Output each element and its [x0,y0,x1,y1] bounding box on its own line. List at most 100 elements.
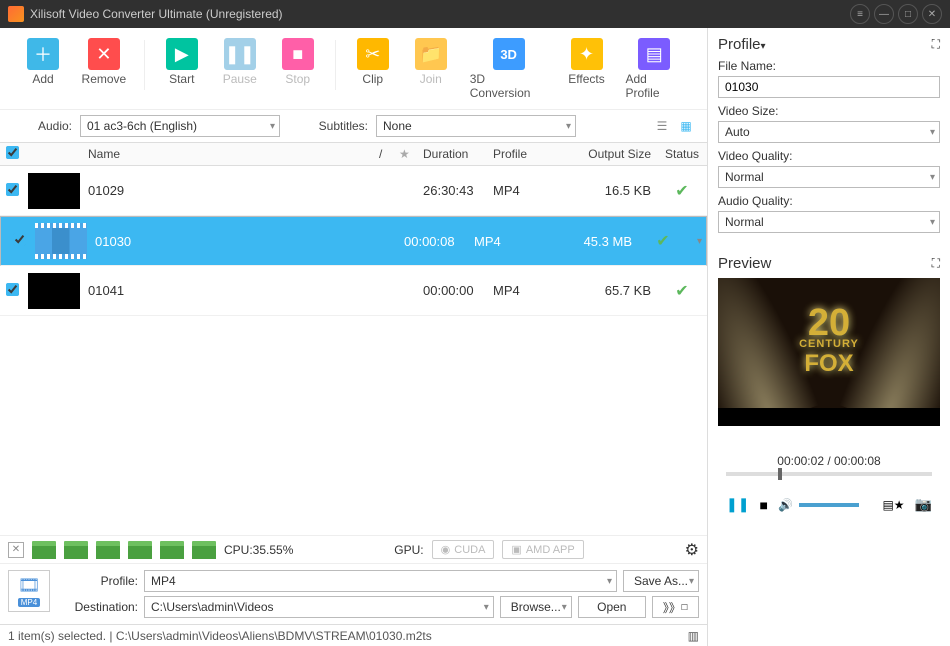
playlist-icon[interactable]: ▤★ [882,498,904,512]
3d-button[interactable]: 3D3D Conversion [464,34,554,104]
table-row[interactable]: 0102926:30:43MP416.5 KB✔ [0,166,707,216]
duration: 26:30:43 [417,183,487,198]
more-button[interactable]: 》》☐ [652,596,699,618]
titlebar: Xilisoft Video Converter Ultimate (Unreg… [0,0,950,28]
volume-slider[interactable] [799,503,859,507]
cpu-core-icon [64,541,88,559]
col-status[interactable]: Status [657,147,707,161]
size-cell: 65.7 KB [577,283,657,298]
videoquality-select[interactable]: Normal [718,166,940,188]
open-button[interactable]: Open [578,596,646,618]
remove-button[interactable]: ✕Remove [76,34,132,90]
videoquality-label: Video Quality: [718,149,940,163]
videosize-select[interactable]: Auto [718,121,940,143]
filename-label: File Name: [718,59,940,73]
file-table: Name / ★ Duration Profile Output Size St… [0,142,707,535]
browse-button[interactable]: Browse... [500,596,572,618]
list-view-icon[interactable]: ☰ [653,119,671,133]
expand-icon[interactable]: ⛶ [932,256,940,271]
window-title: Xilisoft Video Converter Ultimate (Unreg… [30,7,850,21]
grid-view-icon[interactable]: ▦ [677,119,695,133]
seek-slider[interactable] [726,472,932,476]
snapshot-icon[interactable]: 📷 [915,496,932,513]
output-settings: 🎞MP4 Profile: MP4 Save As... Destination… [0,563,707,624]
check-icon: ✔ [675,183,688,200]
save-as-button[interactable]: Save As... [623,570,699,592]
file-name: 01030 [89,234,354,249]
row-checkbox[interactable] [6,183,19,196]
add-profile-button[interactable]: ▤Add Profile [620,34,690,104]
size-cell: 16.5 KB [577,183,657,198]
audio-label: Audio: [12,119,72,133]
videosize-label: Video Size: [718,104,940,118]
thumbnail [35,223,87,259]
preview-frame[interactable]: 20 CENTURY FOX HOME ENTERTAINMENT [718,278,940,426]
col-name[interactable]: Name [82,147,373,161]
format-icon[interactable]: 🎞MP4 [8,570,50,612]
stop-icon: ■ [282,38,314,70]
profile-icon: ▤ [638,38,670,70]
preview-panel: Preview ⛶ 20 CENTURY FOX HOME ENTERTAINM… [708,247,950,646]
col-star[interactable]: ★ [393,147,417,161]
stop-button[interactable]: ■Stop [273,34,323,90]
thumbnail [28,273,80,309]
status-icon[interactable]: ▥ [688,629,699,643]
amd-badge[interactable]: ▣AMD APP [502,540,583,559]
destination-label: Destination: [60,600,138,614]
volume-icon[interactable]: 🔊 [778,498,793,512]
wand-icon: ✦ [571,38,603,70]
table-row[interactable]: 01041 00:00:00MP465.7 KB ✔ [0,266,707,316]
cpu-label: CPU:35.55% [224,543,293,557]
app-icon [8,6,24,22]
row-checkbox[interactable] [13,233,26,246]
col-duration[interactable]: Duration [417,147,487,161]
profile-panel: Profile▾ ⛶ File Name: Video Size: Auto V… [708,28,950,247]
file-name: 01041 [82,283,373,298]
col-size[interactable]: Output Size [577,147,657,161]
cpu-core-icon [192,541,216,559]
cpu-core-icon [160,541,184,559]
cpu-core-icon [96,541,120,559]
core-close-icon[interactable]: ✕ [8,542,24,558]
minimize-button[interactable]: — [874,4,894,24]
audioquality-label: Audio Quality: [718,194,940,208]
add-button[interactable]: ＋Add [18,34,68,90]
preview-time: 00:00:02 / 00:00:08 [718,454,940,468]
subtitles-label: Subtitles: [308,119,368,133]
performance-bar: ✕ CPU:35.55% GPU: ◉CUDA ▣AMD APP ⚙ [0,535,707,563]
col-profile[interactable]: Profile [487,147,577,161]
audioquality-select[interactable]: Normal [718,211,940,233]
play-pause-icon[interactable]: ❚❚ [726,496,749,513]
gear-icon[interactable]: ⚙ [685,540,699,560]
cuda-badge[interactable]: ◉CUDA [432,540,495,559]
duration: 00:00:00 [417,283,487,298]
destination-select[interactable]: C:\Users\admin\Videos [144,596,494,618]
check-icon: ✔ [675,283,688,300]
cpu-core-icon [32,541,56,559]
menu-button[interactable]: ≡ [850,4,870,24]
scissors-icon: ✂ [357,38,389,70]
size-cell: 45.3 MB [558,234,638,249]
profile-cell: MP4 [487,283,577,298]
close-button[interactable]: ✕ [922,4,942,24]
pause-icon: ❚❚ [224,38,256,70]
status-text: 1 item(s) selected. | C:\Users\admin\Vid… [8,629,432,643]
filename-input[interactable] [718,76,940,98]
row-checkbox[interactable] [6,283,19,296]
profile-select[interactable]: MP4 [144,570,617,592]
play-icon: ▶ [166,38,198,70]
effects-button[interactable]: ✦Effects [562,34,612,90]
expand-icon[interactable]: ⛶ [932,37,940,52]
audio-select[interactable]: 01 ac3-6ch (English) [80,115,280,137]
subtitles-select[interactable]: None [376,115,576,137]
maximize-button[interactable]: □ [898,4,918,24]
table-row[interactable]: 0103000:00:08MP445.3 MB✔ [0,216,707,266]
clip-button[interactable]: ✂Clip [348,34,398,90]
pause-button[interactable]: ❚❚Pause [215,34,265,90]
start-button[interactable]: ▶Start [157,34,207,90]
stop-icon[interactable]: ■ [759,497,767,513]
select-all-checkbox[interactable] [6,146,19,159]
audio-subtitle-bar: Audio: 01 ac3-6ch (English) Subtitles: N… [0,110,707,142]
join-button[interactable]: 📁Join [406,34,456,90]
duration: 00:00:08 [398,234,468,249]
